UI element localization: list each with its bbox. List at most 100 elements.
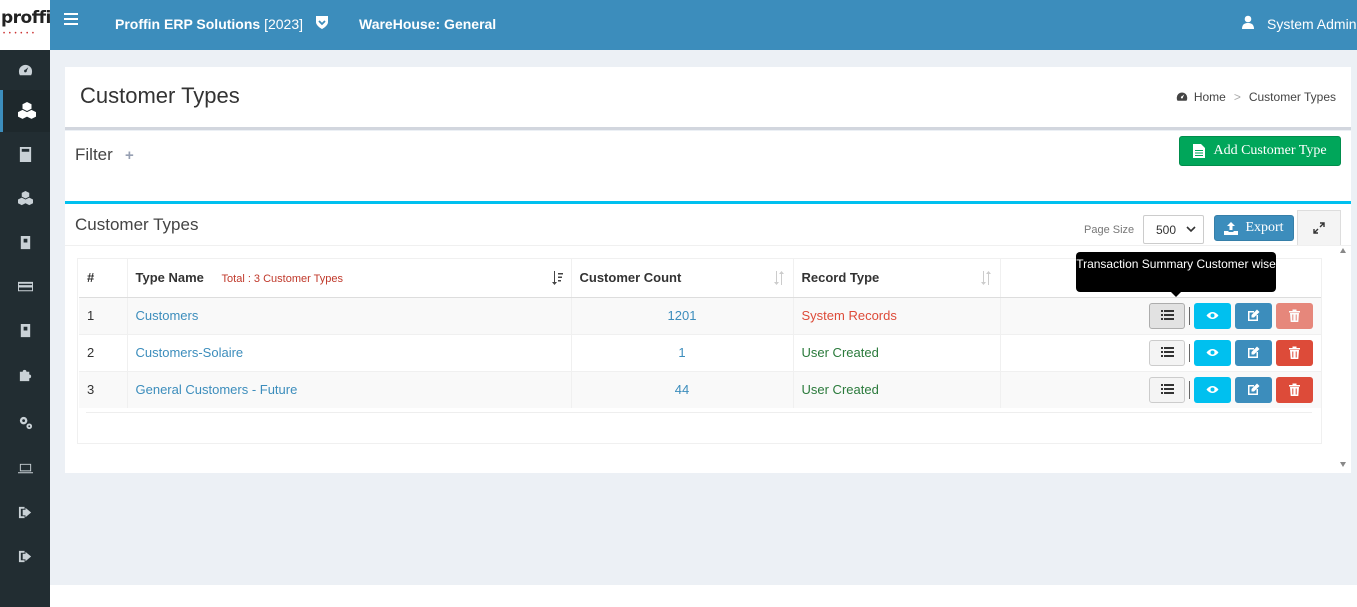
page-size-value: 500 (1156, 222, 1177, 237)
sidebar-item-reports[interactable] (0, 222, 50, 262)
row-count-link[interactable]: 1 (571, 333, 794, 371)
row-record-type: User Created (793, 333, 1001, 371)
column-record-label: Record Type (801, 270, 880, 286)
row-tools (1000, 370, 1321, 408)
sidebar-item-logout[interactable] (0, 492, 50, 532)
row-name-link[interactable]: Customers (127, 296, 572, 334)
footer-area (50, 585, 1357, 607)
filter-expand-icon[interactable]: + (125, 147, 134, 164)
view-button[interactable] (1194, 339, 1231, 366)
eye-icon (1206, 386, 1219, 394)
column-header-num: # (79, 259, 128, 298)
puzzle-icon (19, 369, 31, 381)
cubes-icon (17, 102, 36, 119)
app-title: Proffin ERP Solutions [2023] (115, 16, 303, 32)
delete-button[interactable] (1276, 302, 1313, 329)
cogs-icon (19, 416, 32, 429)
sidebar-item-settings[interactable] (0, 402, 50, 442)
expand-icon (1313, 222, 1325, 234)
dashboard-icon (1176, 92, 1188, 101)
separator (1189, 343, 1190, 362)
column-name-label: Type Name (135, 270, 204, 286)
scroll-down-arrow[interactable] (1340, 462, 1346, 467)
transaction-summary-button[interactable] (1149, 339, 1185, 366)
sort-icon[interactable] (980, 271, 992, 285)
sign-out-icon (18, 550, 31, 562)
laptop-icon (17, 463, 33, 473)
edit-button[interactable] (1235, 376, 1272, 403)
page-size-select[interactable]: 500 (1143, 215, 1204, 244)
view-button[interactable] (1194, 376, 1231, 403)
breadcrumb-current: Customer Types (1248, 90, 1336, 104)
row-count-link[interactable]: 44 (571, 370, 794, 408)
shield-icon[interactable] (315, 15, 329, 30)
list-icon (1160, 310, 1174, 320)
delete-button[interactable] (1276, 376, 1313, 403)
delete-button[interactable] (1276, 339, 1313, 366)
sidebar-item-exit[interactable] (0, 536, 50, 576)
sidebar-item-devices[interactable] (0, 448, 50, 488)
eye-icon (1206, 312, 1219, 319)
column-header-record[interactable]: Record Type (793, 259, 1001, 298)
cubes-icon (17, 190, 33, 205)
row-num: 2 (79, 333, 128, 371)
eye-icon (1206, 349, 1219, 356)
sidebar-item-customers[interactable] (0, 90, 50, 132)
app-logo[interactable]: proffin • • • • • • (0, 0, 50, 50)
book-icon (20, 235, 30, 249)
sidebar-item-ledger[interactable] (0, 310, 50, 350)
breadcrumb-separator: > (1233, 90, 1241, 104)
row-count-link[interactable]: 1201 (571, 296, 794, 334)
trash-icon (1289, 346, 1300, 359)
column-header-count[interactable]: Customer Count (571, 259, 794, 298)
transaction-summary-button[interactable] (1149, 376, 1185, 403)
credit-card-icon (17, 281, 33, 291)
app-year: [2023] (264, 16, 304, 32)
export-button[interactable]: Export (1214, 215, 1294, 241)
table-row: 3 General Customers - Future 44 User Cre… (79, 370, 1321, 408)
sidebar-item-inventory[interactable] (0, 178, 50, 218)
list-title: Customer Types (75, 215, 199, 234)
row-name-link[interactable]: General Customers - Future (127, 370, 572, 408)
sort-asc-icon[interactable] (551, 271, 563, 285)
calculator-icon (19, 146, 31, 162)
transaction-summary-button[interactable] (1149, 302, 1185, 329)
breadcrumb-home[interactable]: Home (1194, 90, 1226, 104)
warehouse-selector[interactable]: WareHouse: General (359, 16, 496, 32)
sidebar-item-payments[interactable] (0, 266, 50, 306)
sidebar-item-accounts[interactable] (0, 134, 50, 174)
sidebar-item-dashboard[interactable] (0, 50, 50, 90)
sidebar (0, 50, 50, 607)
filter-panel: Filter + Add Customer Type (65, 131, 1351, 201)
row-name-link[interactable]: Customers-Solaire (127, 333, 572, 371)
column-header-name[interactable]: Type Name Total : 3 Customer Types (127, 259, 572, 298)
menu-toggle-icon[interactable] (64, 13, 78, 27)
edit-button[interactable] (1235, 339, 1272, 366)
page-title: Customer Types (80, 83, 240, 108)
customer-types-panel: Customer Types Page Size 500 Export # Ty… (65, 201, 1351, 473)
divider (65, 245, 1351, 246)
file-icon (1193, 144, 1206, 158)
export-label: Export (1245, 220, 1284, 235)
sort-icon[interactable] (773, 271, 785, 285)
page-header: Customer Types Home > Customer Types (65, 67, 1351, 130)
table-row: 1 Customers 1201 System Records (79, 296, 1321, 334)
user-menu[interactable]: System Admin (1267, 16, 1356, 32)
app-name: Proffin ERP Solutions (115, 16, 261, 32)
row-tools (1000, 296, 1321, 334)
filter-title: Filter (75, 145, 113, 164)
add-customer-type-label: Add Customer Type (1213, 143, 1327, 158)
edit-icon (1248, 309, 1260, 321)
add-customer-type-button[interactable]: Add Customer Type (1179, 136, 1341, 166)
view-button[interactable] (1194, 302, 1231, 329)
top-navbar: proffin • • • • • • Proffin ERP Solution… (0, 0, 1357, 50)
fullscreen-button[interactable] (1297, 210, 1341, 246)
list-icon (1160, 384, 1174, 395)
separator (1189, 380, 1190, 399)
breadcrumb: Home > Customer Types (1176, 90, 1336, 104)
edit-button[interactable] (1235, 302, 1272, 329)
sidebar-item-plugins[interactable] (0, 354, 50, 394)
list-icon (1160, 347, 1174, 357)
chevron-down-icon (1186, 226, 1196, 233)
scroll-up-arrow[interactable] (1340, 248, 1346, 253)
